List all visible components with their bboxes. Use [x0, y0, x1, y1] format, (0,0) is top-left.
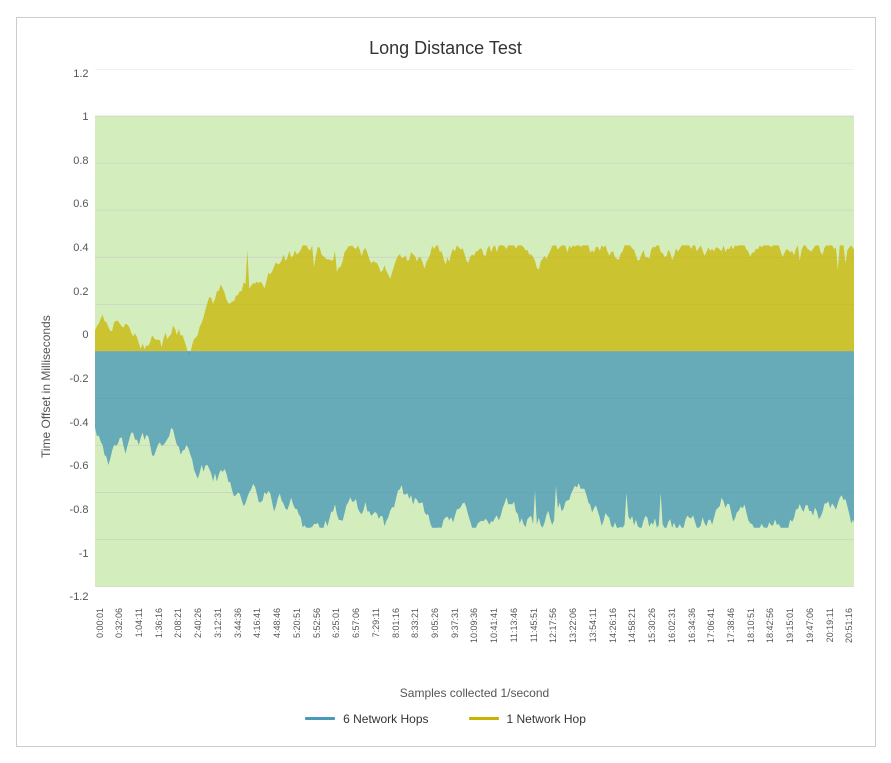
y-tick: -1 — [59, 549, 89, 560]
y-tick: -0.4 — [59, 418, 89, 429]
y-ticks: 1.2 1 0.8 0.6 0.4 0.2 0 -0.2 -0.4 -0.6 -0.8 -1 -1.2 — [59, 69, 95, 604]
x-tick: 8:01:16 — [391, 608, 401, 638]
plot-area — [95, 69, 855, 604]
x-tick: 11:45:51 — [529, 608, 539, 642]
y-tick: 0.4 — [59, 243, 89, 254]
x-tick: 17:38:46 — [726, 608, 736, 643]
x-tick: 6:57:06 — [351, 608, 361, 638]
x-tick: 5:52:56 — [312, 608, 322, 638]
x-tick: 17:06:41 — [706, 608, 716, 643]
x-tick: 10:09:36 — [469, 608, 479, 643]
y-axis-label: Time Offset in Milliseconds — [37, 69, 55, 704]
x-tick: 16:02:31 — [667, 608, 677, 643]
legend-label-series1: 6 Network Hops — [343, 712, 428, 726]
x-axis-label: Samples collected 1/second — [95, 686, 855, 700]
y-tick: 1 — [59, 112, 89, 123]
x-tick: 19:47:06 — [805, 608, 815, 643]
x-tick: 20:19:11 — [825, 608, 835, 642]
x-tick: 6:25:01 — [331, 608, 341, 638]
chart-right: 1.210.80.60.40.20-0.2-0.4-0.6-0.8-1-1.2 … — [59, 69, 855, 704]
y-tick: 1.2 — [59, 69, 89, 80]
legend-line-series1 — [305, 717, 335, 720]
x-tick: 5:20:51 — [292, 608, 302, 638]
y-tick: 0.6 — [59, 199, 89, 210]
x-tick: 4:48:46 — [272, 608, 282, 638]
y-tick: -0.8 — [59, 505, 89, 516]
x-tick: 9:05:26 — [430, 608, 440, 638]
plot-area-wrapper: 1.2 1 0.8 0.6 0.4 0.2 0 -0.2 -0.4 -0.6 -0.8 -1 -1.2 — [59, 69, 855, 604]
x-tick: 4:16:41 — [252, 608, 262, 638]
legend-item-series1: 6 Network Hops — [305, 712, 428, 726]
x-tick: 13:54:11 — [588, 608, 598, 642]
x-tick: 7:29:11 — [371, 608, 381, 637]
x-tick: 15:30:26 — [647, 608, 657, 643]
chart-title: Long Distance Test — [37, 38, 855, 59]
x-tick: 14:26:16 — [608, 608, 618, 643]
x-tick: 2:40:26 — [193, 608, 203, 638]
x-tick: 1:36:16 — [154, 608, 164, 638]
legend-item-series2: 1 Network Hop — [469, 712, 586, 726]
x-tick: 18:42:56 — [765, 608, 775, 643]
y-tick: -0.2 — [59, 374, 89, 385]
x-tick: 3:12:31 — [213, 608, 223, 638]
legend-label-series2: 1 Network Hop — [507, 712, 586, 726]
y-tick: 0.8 — [59, 156, 89, 167]
chart-svg — [95, 69, 855, 604]
x-tick: 20:51:16 — [844, 608, 854, 643]
x-tick: 18:10:51 — [746, 608, 756, 643]
x-tick: 14:58:21 — [627, 608, 637, 643]
chart-container: Long Distance Test Time Offset in Millis… — [16, 17, 876, 747]
legend-line-series2 — [469, 717, 499, 720]
y-tick: 0 — [59, 330, 89, 341]
x-tick: 13:22:06 — [568, 608, 578, 643]
x-axis-area: 0:00:01 0:32:06 1:04:11 1:36:16 2:08:21 2:40:… — [95, 604, 855, 704]
x-tick: 19:15:01 — [785, 608, 795, 643]
x-tick: 10:41:41 — [489, 608, 499, 643]
x-tick: 11:13:46 — [509, 608, 519, 642]
y-tick: 0.2 — [59, 287, 89, 298]
y-tick: -0.6 — [59, 461, 89, 472]
x-tick: 0:32:06 — [114, 608, 124, 638]
x-tick: 3:44:36 — [233, 608, 243, 638]
chart-body: Time Offset in Milliseconds 1.2 1 0.8 0.6 0.… — [37, 69, 855, 704]
x-tick: 9:37:31 — [450, 608, 460, 638]
legend: 6 Network Hops 1 Network Hop — [37, 712, 855, 726]
x-tick: 12:17:56 — [548, 608, 558, 643]
x-tick: 2:08:21 — [173, 608, 183, 638]
x-tick: 16:34:36 — [687, 608, 697, 643]
y-tick: -1.2 — [59, 592, 89, 603]
x-tick: 0:00:01 — [95, 608, 105, 638]
x-ticks: 0:00:01 0:32:06 1:04:11 1:36:16 2:08:21 2:40:… — [95, 604, 855, 684]
x-tick: 8:33:21 — [410, 608, 420, 638]
x-tick: 1:04:11 — [134, 608, 144, 637]
